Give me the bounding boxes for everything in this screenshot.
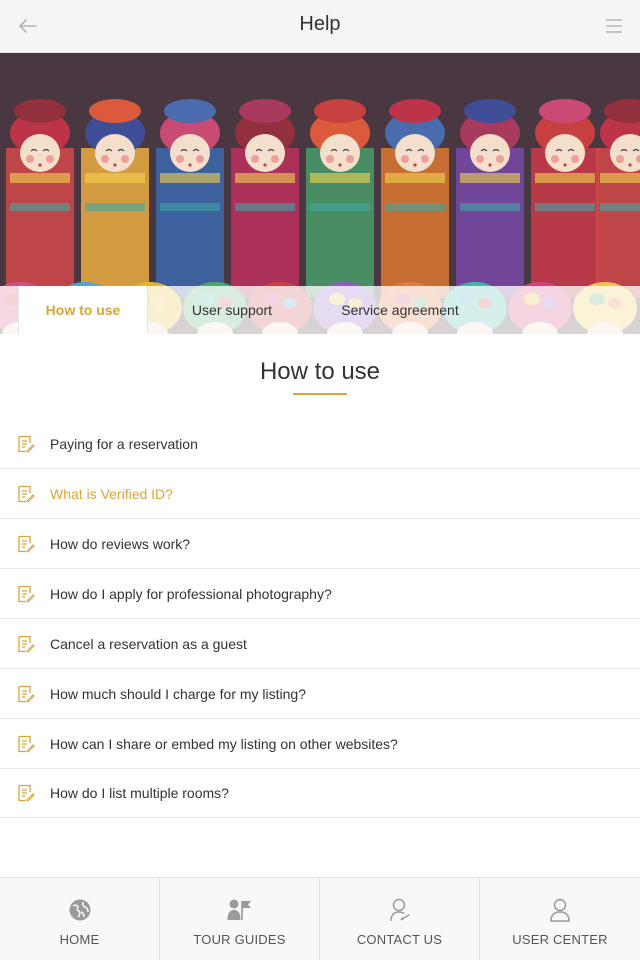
faq-item-share-embed[interactable]: How can I share or embed my listing on o… <box>0 719 640 769</box>
page-title: Help <box>299 13 341 35</box>
tab-bar: How to use User support Service agreemen… <box>0 286 640 334</box>
nav-home[interactable]: HOME <box>0 878 160 960</box>
faq-item-label: How much should I charge for my listing? <box>50 685 306 702</box>
back-button[interactable] <box>14 13 42 39</box>
nav-contact-us-label: CONTACT US <box>356 932 443 947</box>
faq-item-paying[interactable]: Paying for a reservation <box>0 419 640 469</box>
contact-person-icon <box>389 898 410 922</box>
faq-item-label: Paying for a reservation <box>50 435 198 452</box>
app-header: Help <box>0 0 640 53</box>
document-icon <box>18 435 35 453</box>
faq-item-label: How do I apply for professional photogra… <box>50 585 332 602</box>
faq-item-label: How can I share or embed my listing on o… <box>50 735 398 752</box>
guide-flag-icon <box>227 899 251 920</box>
user-icon <box>550 898 570 922</box>
faq-item-reviews[interactable]: How do reviews work? <box>0 519 640 569</box>
faq-list: Paying for a reservation What is Verifie… <box>0 419 640 818</box>
nav-contact-us[interactable]: CONTACT US <box>320 878 480 960</box>
section-title-underline <box>293 393 347 395</box>
faq-item-verified-id[interactable]: What is Verified ID? <box>0 469 640 519</box>
globe-icon <box>69 899 90 921</box>
document-icon <box>18 485 35 503</box>
faq-item-multiple-rooms[interactable]: How do I list multiple rooms? <box>0 769 640 818</box>
document-icon <box>18 635 35 653</box>
faq-item-label: How do reviews work? <box>50 535 191 552</box>
bottom-nav: HOME TOUR GUIDES CONTACT US USER CENTER <box>0 877 640 960</box>
tab-service-agreement[interactable]: Service agreement <box>316 286 484 334</box>
document-icon <box>18 585 35 603</box>
faq-item-photography[interactable]: How do I apply for professional photogra… <box>0 569 640 619</box>
faq-item-label: What is Verified ID? <box>50 485 173 502</box>
nav-tour-guides-label: TOUR GUIDES <box>193 932 286 947</box>
document-icon <box>18 535 35 553</box>
document-icon <box>18 685 35 703</box>
faq-item-label: Cancel a reservation as a guest <box>50 635 247 652</box>
faq-item-pricing[interactable]: How much should I charge for my listing? <box>0 669 640 719</box>
tab-user-support[interactable]: User support <box>148 286 316 334</box>
faq-item-cancel[interactable]: Cancel a reservation as a guest <box>0 619 640 669</box>
faq-item-label: How do I list multiple rooms? <box>50 785 229 801</box>
document-icon <box>18 735 35 753</box>
document-icon <box>18 784 35 802</box>
nav-tour-guides[interactable]: TOUR GUIDES <box>160 878 320 960</box>
section-title: How to use <box>259 358 381 385</box>
hamburger-menu-icon <box>606 19 622 33</box>
nav-home-label: HOME <box>59 932 100 947</box>
nav-user-center[interactable]: USER CENTER <box>480 878 640 960</box>
nav-user-center-label: USER CENTER <box>512 932 608 947</box>
arrow-left-icon <box>19 19 37 33</box>
tab-how-to-use[interactable]: How to use <box>18 286 148 334</box>
menu-button[interactable] <box>602 14 626 38</box>
